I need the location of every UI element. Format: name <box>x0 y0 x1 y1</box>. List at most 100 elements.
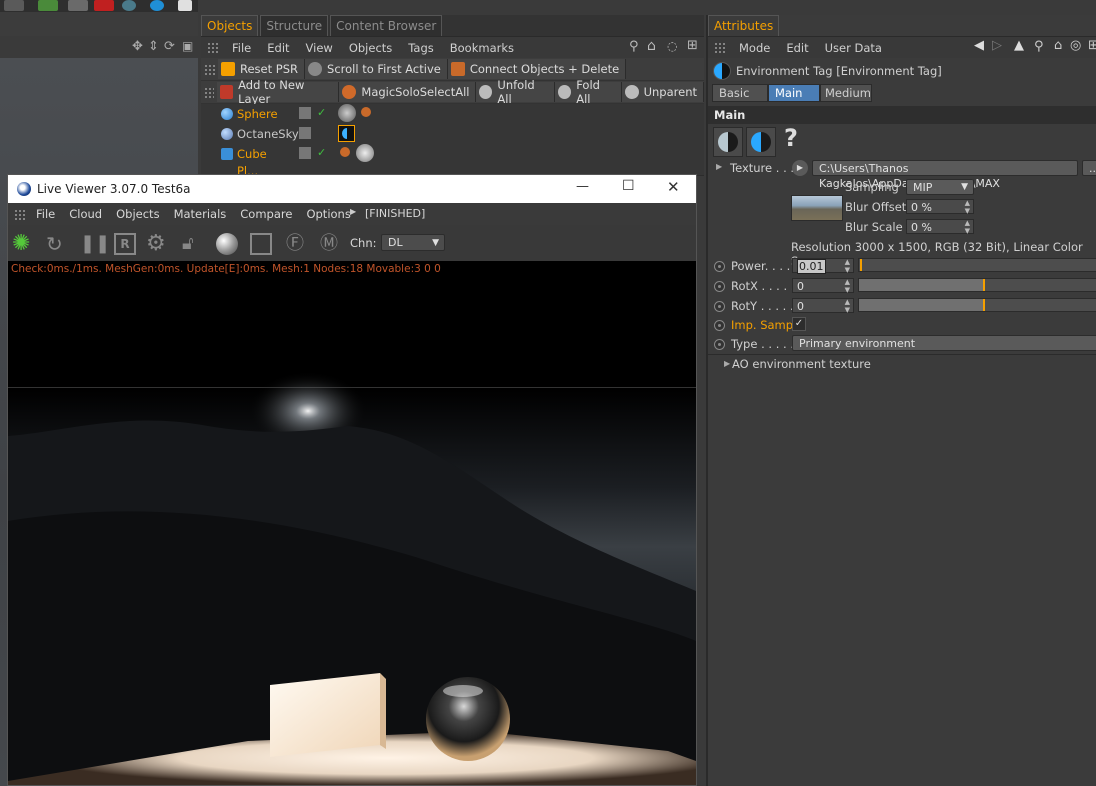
menu-file[interactable]: File <box>224 41 259 55</box>
menu-objects[interactable]: Objects <box>341 41 400 55</box>
grip-icon[interactable] <box>714 42 725 53</box>
check-icon[interactable]: ✓ <box>317 106 326 119</box>
tab-structure[interactable]: Structure <box>260 15 329 36</box>
sampling-dropdown[interactable]: MIP ▼ <box>906 179 974 195</box>
add-to-new-layer-button[interactable]: Add to New Layer <box>217 78 340 106</box>
expand-arrow-icon[interactable]: ▶ <box>350 207 356 216</box>
menu-view[interactable]: View <box>298 41 341 55</box>
subtab-basic[interactable]: Basic <box>712 84 768 102</box>
expand-arrow-icon[interactable]: ▶ <box>724 359 730 368</box>
layer-swatch-icon[interactable] <box>299 127 311 139</box>
rotx-slider[interactable] <box>858 278 1096 292</box>
slider-handle[interactable] <box>860 259 862 271</box>
octane-live-icon[interactable] <box>746 127 776 157</box>
live-viewer-titlebar[interactable]: Live Viewer 3.07.0 Test6a — ☐ ✕ <box>8 175 696 203</box>
grip-icon[interactable] <box>207 42 218 53</box>
imp-samp-checkbox[interactable]: ✓ <box>792 317 806 331</box>
stepper-icon[interactable]: ▲ ▼ <box>845 298 850 314</box>
stepper-icon[interactable]: ▲ ▼ <box>845 258 850 274</box>
material-preview-icon[interactable] <box>216 233 238 255</box>
expand-arrow-icon[interactable]: ▶ <box>716 162 722 171</box>
ao-section[interactable]: ▶ AO environment texture <box>708 354 1096 373</box>
type-dropdown[interactable]: Primary environment <box>792 335 1096 351</box>
object-row-sphere[interactable]: Sphere ✓ <box>201 104 704 125</box>
search-icon[interactable]: ⚲ <box>629 39 639 54</box>
home-icon[interactable]: ⌂ <box>647 38 656 54</box>
pause-render-icon[interactable]: ❚❚ <box>80 233 110 255</box>
region-render-icon[interactable]: R <box>114 233 136 255</box>
add-panel-icon[interactable]: ⊞ <box>1088 38 1096 53</box>
power-slider[interactable] <box>858 258 1096 272</box>
menu-edit[interactable]: Edit <box>259 41 297 55</box>
rotate-view-icon[interactable]: ⟳ <box>164 39 175 54</box>
grip-icon[interactable] <box>14 208 25 220</box>
texture-path-field[interactable]: C:\Users\Thanos Kagkalos\AppData\Roaming… <box>812 160 1078 190</box>
menu-tags[interactable]: Tags <box>400 41 441 55</box>
power-animate-icon[interactable] <box>714 261 725 272</box>
back-arrow-icon[interactable]: ◀ <box>974 38 984 53</box>
maximize-icon[interactable]: ☐ <box>622 178 635 194</box>
material-picker-icon[interactable]: Ⓜ <box>318 233 340 255</box>
lv-menu-objects[interactable]: Objects <box>109 207 166 221</box>
roty-input[interactable]: 0 ▲ ▼ <box>792 298 854 314</box>
tab-objects[interactable]: Objects <box>201 15 259 36</box>
unparent-button[interactable]: Unparent <box>621 82 704 102</box>
layer-swatch-icon[interactable] <box>299 147 311 159</box>
roty-slider[interactable] <box>858 298 1096 312</box>
menu-bookmarks[interactable]: Bookmarks <box>442 41 522 55</box>
rotx-input[interactable]: 0 ▲ ▼ <box>792 278 854 294</box>
type-animate-icon[interactable] <box>714 339 725 350</box>
octane-icon[interactable] <box>150 0 164 11</box>
scroll-to-first-active-button[interactable]: Scroll to First Active <box>305 59 448 79</box>
check-icon[interactable]: ✓ <box>317 146 326 159</box>
tag-icon[interactable] <box>361 107 371 117</box>
layer-swatch-icon[interactable] <box>299 107 311 119</box>
magic-solo-select-all-button[interactable]: MagicSoloSelectAll <box>339 82 477 102</box>
menu-user-data[interactable]: User Data <box>817 41 890 55</box>
unfold-all-button[interactable]: Unfold All <box>476 78 556 106</box>
lock-icon[interactable]: 🔓︎ <box>182 233 204 255</box>
lv-menu-file[interactable]: File <box>29 207 62 221</box>
environment-tag-icon[interactable] <box>338 125 355 142</box>
blur-scale-input[interactable]: 0 % ▲ ▼ <box>906 219 974 235</box>
lock-icon[interactable]: ⌂ <box>1054 38 1062 53</box>
menu-mode[interactable]: Mode <box>731 41 778 55</box>
stepper-icon[interactable]: ▲ ▼ <box>965 219 970 235</box>
reset-psr-button[interactable]: Reset PSR <box>218 59 306 79</box>
up-arrow-icon[interactable]: ▲ <box>1014 38 1024 53</box>
texture-browse-button[interactable]: ... <box>1082 160 1096 176</box>
menu-edit[interactable]: Edit <box>778 41 816 55</box>
add-panel-icon[interactable]: ⊞ <box>687 38 698 53</box>
object-row-octanesky[interactable]: OctaneSky <box>201 124 704 145</box>
subtab-main[interactable]: Main <box>768 84 820 102</box>
subtab-medium[interactable]: Medium <box>820 84 872 102</box>
close-icon[interactable]: ✕ <box>667 178 680 196</box>
restart-render-icon[interactable]: ↻ <box>46 233 68 255</box>
tool-icon[interactable] <box>68 0 88 11</box>
tool-icon[interactable] <box>4 0 24 11</box>
imp-samp-animate-icon[interactable] <box>714 320 725 331</box>
rotx-animate-icon[interactable] <box>714 281 725 292</box>
octane-render-icon[interactable]: ✺ <box>12 233 34 255</box>
target-icon[interactable]: ◎ <box>1070 38 1081 53</box>
focus-picker-icon[interactable]: Ⓕ <box>284 233 306 255</box>
material-tag-icon[interactable] <box>356 144 374 162</box>
tab-attributes[interactable]: Attributes <box>708 15 780 36</box>
tool-icon[interactable] <box>94 0 114 11</box>
texture-link-icon[interactable]: ▶ <box>792 160 808 176</box>
channel-dropdown[interactable]: DL ▼ <box>381 234 445 251</box>
zoom-view-icon[interactable]: ⇕ <box>148 39 159 54</box>
material-tag-icon[interactable] <box>338 104 356 122</box>
tag-icon[interactable] <box>340 147 350 157</box>
roty-animate-icon[interactable] <box>714 301 725 312</box>
forward-arrow-icon[interactable]: ▷ <box>992 38 1002 53</box>
stepper-icon[interactable]: ▲ ▼ <box>845 278 850 294</box>
tab-content-browser[interactable]: Content Browser <box>330 15 443 36</box>
lv-menu-materials[interactable]: Materials <box>167 207 234 221</box>
move-view-icon[interactable]: ✥ <box>132 39 143 54</box>
grip-icon[interactable] <box>204 86 215 98</box>
power-input[interactable]: 0.01 ▲ ▼ <box>792 258 854 274</box>
tool-icon[interactable] <box>38 0 58 11</box>
lv-menu-compare[interactable]: Compare <box>233 207 299 221</box>
stepper-icon[interactable]: ▲ ▼ <box>965 199 970 215</box>
